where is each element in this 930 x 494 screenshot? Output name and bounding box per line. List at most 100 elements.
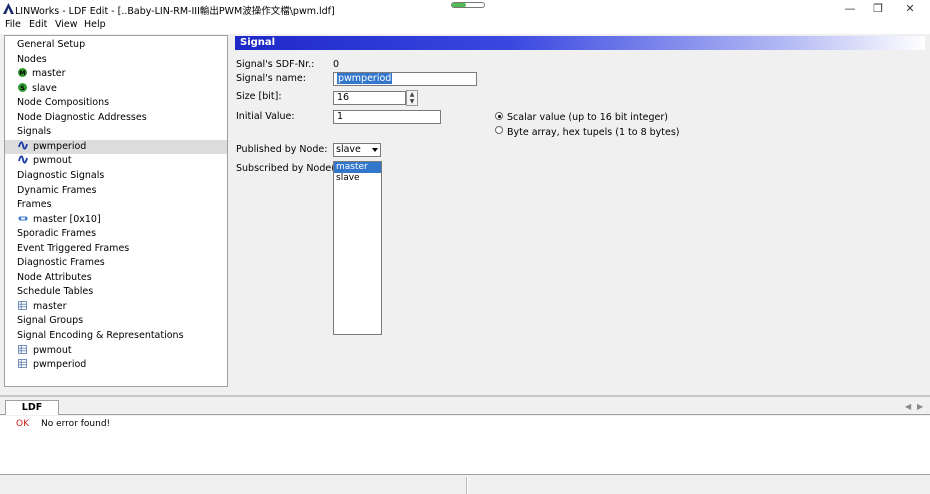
frame-icon (18, 216, 28, 221)
signal-name-label: Signal's name: (236, 73, 306, 84)
status-bar (0, 477, 930, 494)
error-list: OK No error found! (0, 416, 930, 475)
tree-item[interactable]: master (18, 300, 67, 314)
subscribed-option-master[interactable]: master (334, 162, 381, 173)
error-status: OK (16, 419, 29, 429)
error-tab-bar: LDF Errors (0, 399, 930, 427)
tree-item[interactable]: Diagnostic Frames (17, 256, 105, 270)
tree-item-label: Dynamic Frames (17, 184, 97, 196)
tree-item-label: pwmout (33, 155, 72, 167)
tree-item-label: pwmperiod (33, 140, 87, 152)
table-icon (18, 344, 27, 354)
spin-up-icon[interactable]: ▲ (407, 91, 417, 98)
tree-item[interactable]: Event Triggered Frames (17, 242, 129, 256)
tree-item[interactable]: Schedule Tables (17, 285, 93, 299)
tree-item-label: master (33, 300, 67, 312)
subscribed-listbox[interactable]: master slave (333, 161, 382, 335)
signal-wave-icon (18, 141, 28, 150)
scalar-radio[interactable] (495, 112, 503, 120)
linworks-logo-icon (3, 3, 14, 14)
initial-value-label: Initial Value: (236, 111, 295, 122)
tree-item[interactable]: Sslave (18, 82, 57, 96)
tree-item-label: Diagnostic Frames (17, 257, 105, 269)
tree-item-label: Frames (17, 199, 52, 211)
bytes-radio[interactable] (495, 126, 503, 134)
published-label: Published by Node: (236, 144, 328, 155)
restore-button[interactable]: ❐ (862, 0, 894, 18)
signal-name-input[interactable]: pwmperiod (333, 72, 477, 86)
subscribed-option-slave[interactable]: slave (334, 173, 381, 184)
menu-view[interactable]: View (55, 19, 78, 30)
table-icon (18, 359, 27, 368)
tree-item-label: Signals (17, 126, 52, 138)
tree-item[interactable]: Node Attributes (17, 271, 92, 285)
tree-item-label: Node Compositions (17, 97, 110, 109)
master-node-icon: M (18, 68, 27, 78)
tree-item[interactable]: General Setup (17, 38, 85, 52)
tree-item[interactable]: pwmout (18, 154, 72, 168)
menu-file[interactable]: File (5, 19, 21, 30)
published-select[interactable]: slave (333, 143, 381, 157)
tree-item[interactable]: Nodes (17, 53, 47, 67)
tree-item[interactable]: Dynamic Frames (17, 184, 96, 198)
tree-item[interactable]: Node Diagnostic Addresses (17, 111, 147, 125)
tree-item-label: Signal Encoding & Representations (17, 330, 184, 341)
tab-ldf-errors[interactable]: LDF Errors (5, 400, 59, 427)
title-bar: LINWorks - LDF Edit - [..Baby-LIN-RM-III… (0, 0, 930, 18)
tree-item[interactable]: pwmperiod (18, 358, 86, 372)
tree-item[interactable]: master [0x10] (18, 213, 101, 227)
window-title: LINWorks - LDF Edit - [..Baby-LIN-RM-III… (15, 6, 335, 17)
sdf-value: 0 (333, 59, 340, 70)
tree-item[interactable]: Mmaster (18, 67, 66, 81)
menu-help[interactable]: Help (84, 19, 106, 30)
tree-item[interactable]: pwmperiod (5, 139, 227, 154)
tree-item-label: pwmperiod (33, 359, 87, 371)
tree-item-label: Node Attributes (17, 271, 92, 283)
table-icon (18, 300, 27, 310)
subscribed-label: Subscribed by Node(s): (236, 163, 347, 174)
svg-text:M: M (19, 69, 25, 77)
svg-text:S: S (20, 84, 25, 92)
tree-item[interactable]: Sporadic Frames (17, 227, 96, 241)
size-label: Size [bit]: (236, 91, 282, 102)
tree-item[interactable]: Frames (17, 198, 52, 212)
tree-item-label: Node Diagnostic Addresses (17, 111, 147, 123)
tree-item-label: slave (32, 82, 57, 94)
status-divider (466, 477, 468, 494)
tree-item-label: Nodes (17, 53, 47, 65)
slave-node-icon: S (18, 82, 27, 92)
size-spinner[interactable]: ▲ ▼ (406, 90, 418, 106)
tree-item[interactable]: pwmout (18, 344, 72, 358)
tab-scroll-left-icon[interactable]: ◀ (905, 402, 911, 411)
tree-item-label: master [0x10] (33, 213, 101, 225)
menu-edit[interactable]: Edit (29, 19, 47, 30)
tree-item[interactable]: Signal Encoding & Representations (17, 329, 184, 343)
tree-item[interactable]: Diagnostic Signals (17, 169, 104, 183)
initial-value-input[interactable]: 1 (333, 110, 441, 124)
tree-item-label: Schedule Tables (17, 286, 94, 298)
chevron-down-icon (372, 148, 378, 152)
progress-bar (451, 2, 485, 8)
tree-item[interactable]: Signal Groups (17, 314, 83, 328)
tab-scroll-right-icon[interactable]: ▶ (917, 402, 923, 411)
tree-item-label: master (32, 68, 66, 80)
tree-item-label: General Setup (17, 39, 86, 50)
panel-header: Signal (235, 36, 925, 50)
horizontal-splitter[interactable] (0, 395, 930, 397)
tree-item-label: Diagnostic Signals (17, 169, 105, 181)
scalar-radio-label: Scalar value (up to 16 bit integer) (507, 112, 669, 123)
bytes-radio-label: Byte array, hex tupels (1 to 8 bytes) (507, 127, 680, 138)
tree-item-label: Sporadic Frames (17, 228, 97, 240)
tree-item[interactable]: Signals (17, 125, 51, 139)
tree-item-label: Event Triggered Frames (17, 242, 130, 254)
signal-name-value: pwmperiod (337, 73, 393, 84)
close-button[interactable]: ✕ (894, 0, 926, 18)
signal-wave-icon (18, 155, 28, 164)
ldf-tree[interactable]: General Setup Nodes Mmaster Sslave Node Comp… (4, 35, 228, 387)
tree-item[interactable]: Node Compositions (17, 96, 109, 110)
published-value: slave (336, 144, 361, 155)
spin-down-icon[interactable]: ▼ (407, 98, 417, 105)
size-input[interactable]: 16 (333, 91, 406, 105)
menu-bar: File Edit View Help (0, 18, 930, 34)
error-message: No error found! (41, 419, 111, 429)
